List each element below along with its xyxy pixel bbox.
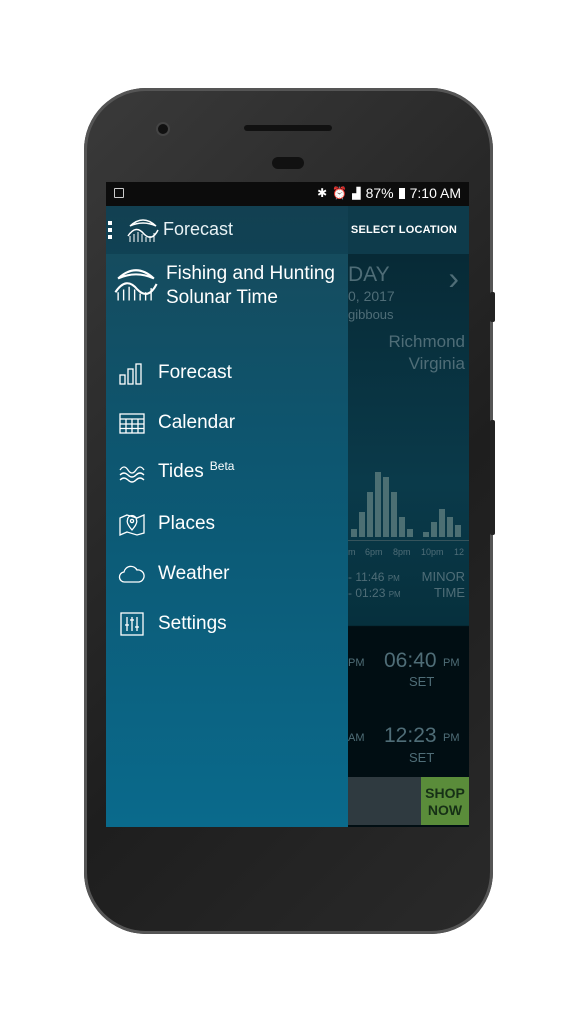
minor-label: MINOR [421, 569, 465, 584]
header-line-2: Solunar Time [166, 287, 278, 308]
minor-time-1: 11:46 [355, 570, 385, 584]
battery-percent: 87% [365, 185, 394, 201]
next-day-chevron[interactable]: › [448, 260, 459, 297]
menu-icon[interactable] [108, 221, 112, 239]
set-section: AM 12:23 PM SET [348, 702, 469, 777]
shop-now-button[interactable]: SHOP NOW [421, 777, 469, 825]
drawer-item-settings[interactable]: Settings [118, 610, 227, 638]
bar-chart-icon [119, 363, 142, 385]
activity-bar [447, 517, 453, 537]
front-camera [156, 122, 170, 136]
activity-bar [367, 492, 373, 537]
pm-label: PM [388, 590, 401, 599]
drawer-item-calendar[interactable]: Calendar [118, 409, 235, 437]
set-label: SET [409, 750, 435, 765]
set-label: SET [409, 674, 435, 689]
navigation-drawer: Forecast Fishing and Hunting Solunar Tim… [106, 206, 348, 827]
drawer-header-title: Fishing and Hunting Solunar Time [166, 262, 335, 310]
time-label: TIME [433, 585, 465, 600]
set-time-1: 06:40 [384, 649, 437, 672]
drawer-app-bar: Forecast [106, 206, 348, 254]
battery-icon [398, 187, 405, 199]
ad-text: NOW [427, 802, 463, 818]
proximity-sensor [272, 157, 304, 169]
city-label: Richmond [388, 332, 465, 351]
pm-label: PM [387, 574, 400, 583]
bluetooth-icon: ✱ [317, 186, 328, 200]
drawer-item-label: Forecast [158, 362, 232, 383]
cloud-icon [118, 565, 145, 583]
calendar-icon [119, 413, 145, 434]
x-tick: 12 [454, 547, 465, 557]
map-pin-icon [119, 514, 145, 536]
alarm-icon: ⏰ [332, 186, 348, 200]
drawer-item-label: Settings [158, 613, 227, 634]
ad-banner[interactable]: SHOP NOW [348, 777, 469, 825]
waves-icon [119, 466, 145, 483]
clock: 7:10 AM [409, 185, 461, 201]
volume-button [490, 420, 495, 535]
activity-bar [391, 492, 397, 537]
select-location-button[interactable]: SELECT LOCATION [351, 224, 457, 236]
activity-bar [423, 532, 429, 537]
chart-axis [348, 540, 469, 541]
x-tick: 8pm [393, 547, 411, 557]
app-bar-title: Forecast [163, 219, 234, 239]
activity-bar [399, 517, 405, 537]
day-label: DAY [348, 263, 390, 286]
pm-label: PM [348, 657, 365, 669]
activity-bar [431, 522, 437, 537]
drawer-item-tides[interactable]: Tides Beta [118, 458, 234, 486]
activity-bar [455, 525, 461, 537]
x-tick: 6pm [365, 547, 383, 557]
status-bar: ✱ ⏰ ▟ 87% 7:10 AM [106, 182, 469, 206]
ad-text: SHOP [425, 785, 465, 801]
sliders-icon [120, 612, 144, 636]
x-tick: 10pm [421, 547, 444, 557]
drawer-item-weather[interactable]: Weather [118, 560, 229, 588]
image-notification-icon [114, 188, 124, 198]
screen: ✱ ⏰ ▟ 87% 7:10 AM SELECT LOCATION DAY 0,… [106, 182, 469, 827]
power-button [490, 292, 495, 322]
drawer-logo-icon [114, 269, 158, 301]
header-line-1: Fishing and Hunting [166, 263, 335, 284]
pm-label: PM [443, 732, 460, 744]
am-label: AM [348, 732, 365, 744]
activity-bar [407, 529, 413, 537]
moon-phase: gibbous [348, 307, 394, 322]
earpiece-speaker [244, 125, 332, 131]
activity-bar [359, 512, 365, 537]
activity-bar [351, 529, 357, 537]
activity-bar [383, 477, 389, 537]
x-tick: m [348, 547, 356, 557]
pm-label: PM [443, 657, 460, 669]
drawer-item-label: Calendar [158, 412, 236, 433]
activity-bar [439, 509, 445, 537]
drawer-item-label: Places [158, 513, 216, 534]
minor-time-2: 01:23 [355, 586, 386, 600]
set-time-2: 12:23 [384, 724, 437, 747]
drawer-item-forecast[interactable]: Forecast [118, 359, 232, 387]
drawer-item-label: Tides [158, 461, 204, 482]
date-label: 0, 2017 [348, 288, 395, 304]
app-logo-icon [127, 219, 159, 242]
drawer-item-label: Weather [158, 563, 230, 584]
drawer-item-places[interactable]: Places [118, 510, 215, 538]
state-label: Virginia [408, 354, 465, 373]
beta-badge: Beta [209, 459, 235, 473]
signal-icon: ▟ [352, 187, 361, 200]
activity-bar [375, 472, 381, 537]
